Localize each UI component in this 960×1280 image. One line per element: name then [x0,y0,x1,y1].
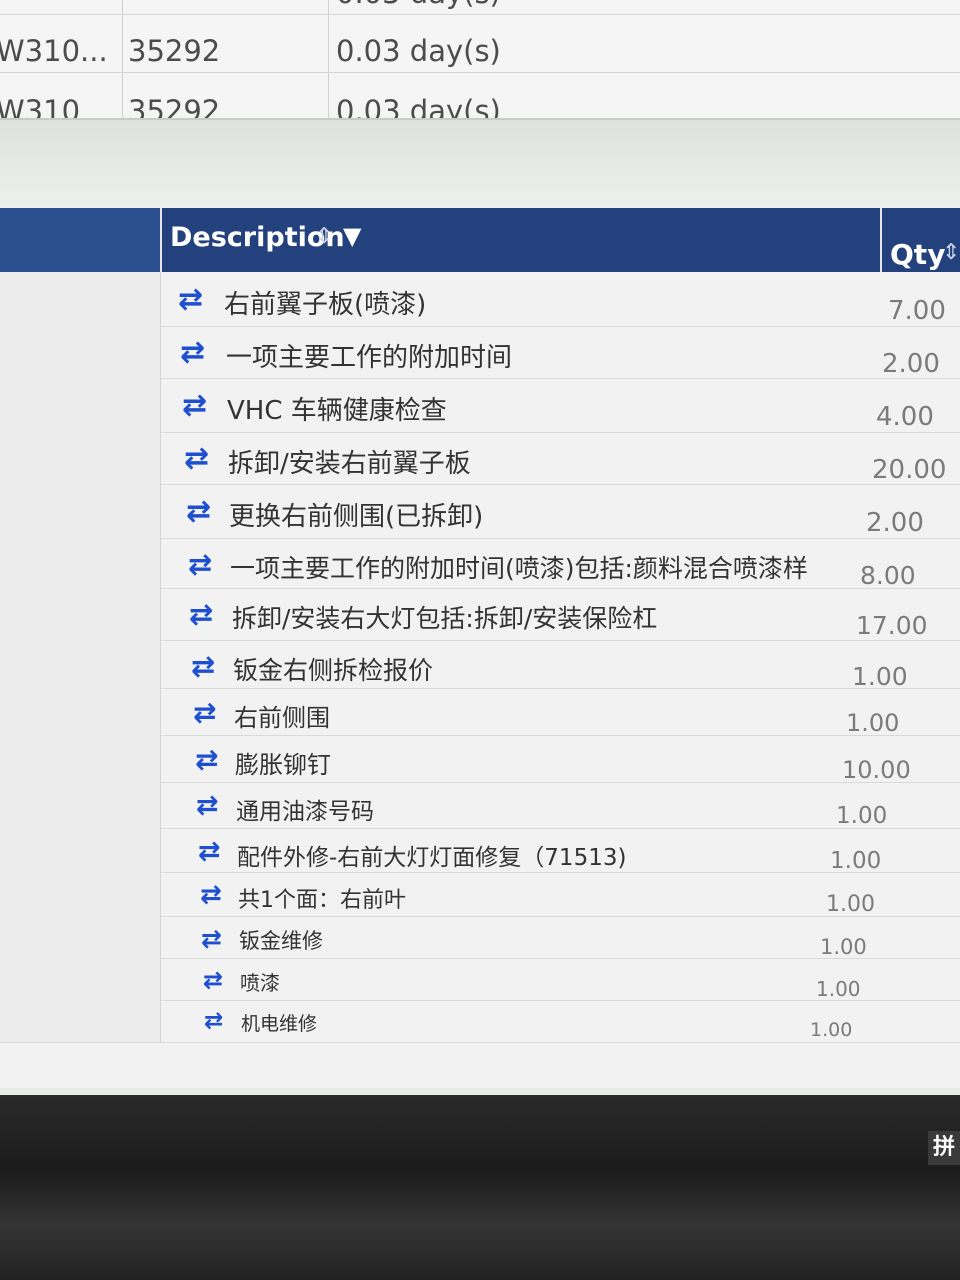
row-lead-cell [0,828,161,872]
description-cell: 一项主要工作的附加时间 [226,343,513,373]
table-row[interactable]: ⇄ 钣金维修 1.00 [0,916,960,959]
swap-arrows-icon[interactable]: ⇄ [203,966,223,994]
sort-icon[interactable]: ⇕ [942,240,960,265]
swap-arrows-icon[interactable]: ⇄ [191,649,215,683]
description-cell: 拆卸/安装右前翼子板 [228,449,471,479]
row-lead-cell [0,1000,161,1042]
qty-cell: 17.00 [856,611,928,640]
description-cell: 更换右前侧围(已拆卸) [229,502,484,532]
qty-cell: 10.00 [842,756,911,784]
qty-cell: 1.00 [816,977,861,1001]
row-lead-cell [0,640,161,688]
swap-arrows-icon[interactable]: ⇄ [198,836,221,867]
swap-arrows-icon[interactable]: ⇄ [182,388,207,423]
row-lead-cell [0,916,161,958]
table-row[interactable]: ⇄ 右前侧围 1.00 [0,688,960,737]
qty-column-header[interactable]: Qty [890,238,945,271]
swap-arrows-icon[interactable]: ⇄ [178,282,203,317]
swap-arrows-icon[interactable]: ⇄ [189,597,213,631]
description-cell: 右前侧围 [234,704,330,732]
description-cell: 右前翼子板(喷漆) [224,290,427,320]
row-lead-cell [0,958,161,1000]
qty-cell: 1.00 [836,803,888,829]
top-table: 0.03 day(s) W310... 35292 0.03 day(s) W3… [0,0,960,133]
table-row[interactable]: ⇄ 膨胀铆钉 10.00 [0,735,960,784]
qty-cell: 20.00 [872,455,947,485]
swap-arrows-icon[interactable]: ⇄ [200,880,222,910]
description-cell: 膨胀铆钉 [235,751,331,779]
table-cell: 0.03 day(s) [336,0,501,10]
description-cell: 喷漆 [240,971,280,995]
swap-arrows-icon[interactable]: ⇄ [195,743,218,776]
table-row[interactable]: W310... 35292 0.03 day(s) [0,28,960,73]
row-lead-cell [0,272,161,326]
table-row[interactable]: ⇄ 通用油漆号码 1.00 [0,782,960,829]
description-cell: 机电维修 [241,1013,318,1035]
qty-cell: 2.00 [866,508,924,538]
table-row[interactable]: ⇄ 配件外修-右前大灯灯面修复（71513) 1.00 [0,828,960,874]
table-row[interactable]: ⇄ 拆卸/安装右前翼子板 20.00 [0,432,960,485]
header-lead-cell [0,208,162,272]
description-cell: 一项主要工作的附加时间(喷漆)包括:颜料混合喷漆样 [230,554,808,583]
grid-header: Description ⇕ ▼ Qty ⇕ [0,208,960,272]
table-row[interactable]: 0.03 day(s) [0,0,960,15]
table-row[interactable]: ⇄ VHC 车辆健康检查 4.00 [0,378,960,433]
swap-arrows-icon[interactable]: ⇄ [193,696,216,729]
row-lead-cell [0,326,161,378]
row-lead-cell [0,538,161,588]
qty-cell: 8.00 [860,561,916,590]
filter-icon[interactable]: ▼ [343,222,361,250]
table-row[interactable]: ⇄ 机电维修 1.00 [0,1000,960,1043]
table-row[interactable]: ⇄ 钣金右侧拆检报价 1.00 [0,640,960,691]
description-cell: 通用油漆号码 [236,799,374,825]
table-row[interactable]: ⇄ 喷漆 1.00 [0,958,960,1001]
table-cell: 0.03 day(s) [336,34,501,68]
swap-arrows-icon[interactable]: ⇄ [186,494,211,529]
table-row[interactable]: ⇄ 共1个面：右前叶 1.00 [0,872,960,917]
table-row[interactable]: ⇄ 更换右前侧围(已拆卸) 2.00 [0,484,960,539]
row-lead-cell [0,378,161,432]
panel-separator [0,118,960,210]
table-cell: W310... [0,34,108,68]
column-divider [880,208,882,272]
row-lead-cell [0,588,161,640]
description-cell: 钣金维修 [239,929,323,953]
monitor-bezel: 拼 [0,1095,960,1280]
swap-arrows-icon[interactable]: ⇄ [188,547,212,581]
row-lead-cell [0,484,161,538]
operations-grid: Description ⇕ ▼ Qty ⇕ ⇄ 右前翼子板(喷漆) 7.00 ⇄ 一项主… [0,208,960,1088]
table-row[interactable]: ⇄ 右前翼子板(喷漆) 7.00 [0,272,960,327]
swap-arrows-icon[interactable]: ⇄ [180,335,205,370]
qty-cell: 1.00 [810,1019,853,1041]
table-row[interactable]: ⇄ 一项主要工作的附加时间(喷漆)包括:颜料混合喷漆样 8.00 [0,538,960,590]
screen: 0.03 day(s) W310... 35292 0.03 day(s) W3… [0,0,960,1095]
swap-arrows-icon[interactable]: ⇄ [196,790,219,821]
description-cell: 共1个面：右前叶 [238,888,406,913]
row-lead-cell [0,735,161,782]
description-cell: 拆卸/安装右大灯包括:拆卸/安装保险杠 [232,604,658,633]
swap-arrows-icon[interactable]: ⇄ [184,441,209,476]
row-lead-cell [0,872,161,916]
description-cell: VHC 车辆健康检查 [227,396,447,426]
qty-cell: 1.00 [826,892,875,917]
description-cell: 钣金右侧拆检报价 [233,656,434,685]
description-cell: 配件外修-右前大灯灯面修复（71513) [237,845,627,871]
qty-cell: 4.00 [876,402,934,432]
qty-cell: 7.00 [888,296,946,326]
qty-cell: 1.00 [830,848,882,874]
row-lead-cell [0,432,161,484]
swap-arrows-icon[interactable]: ⇄ [201,924,222,953]
swap-arrows-icon[interactable]: ⇄ [204,1008,223,1034]
qty-cell: 2.00 [882,349,940,379]
table-row[interactable]: ⇄ 一项主要工作的附加时间 2.00 [0,326,960,379]
qty-cell: 1.00 [820,935,867,959]
ime-indicator[interactable]: 拼 [928,1131,960,1165]
sort-icon[interactable]: ⇕ [315,224,333,249]
row-lead-cell [0,688,161,735]
table-cell: 35292 [128,34,221,68]
qty-cell: 1.00 [846,709,900,737]
table-row[interactable]: ⇄ 拆卸/安装右大灯包括:拆卸/安装保险杠 17.00 [0,588,960,641]
row-lead-cell [0,782,161,828]
qty-cell: 1.00 [852,662,908,691]
